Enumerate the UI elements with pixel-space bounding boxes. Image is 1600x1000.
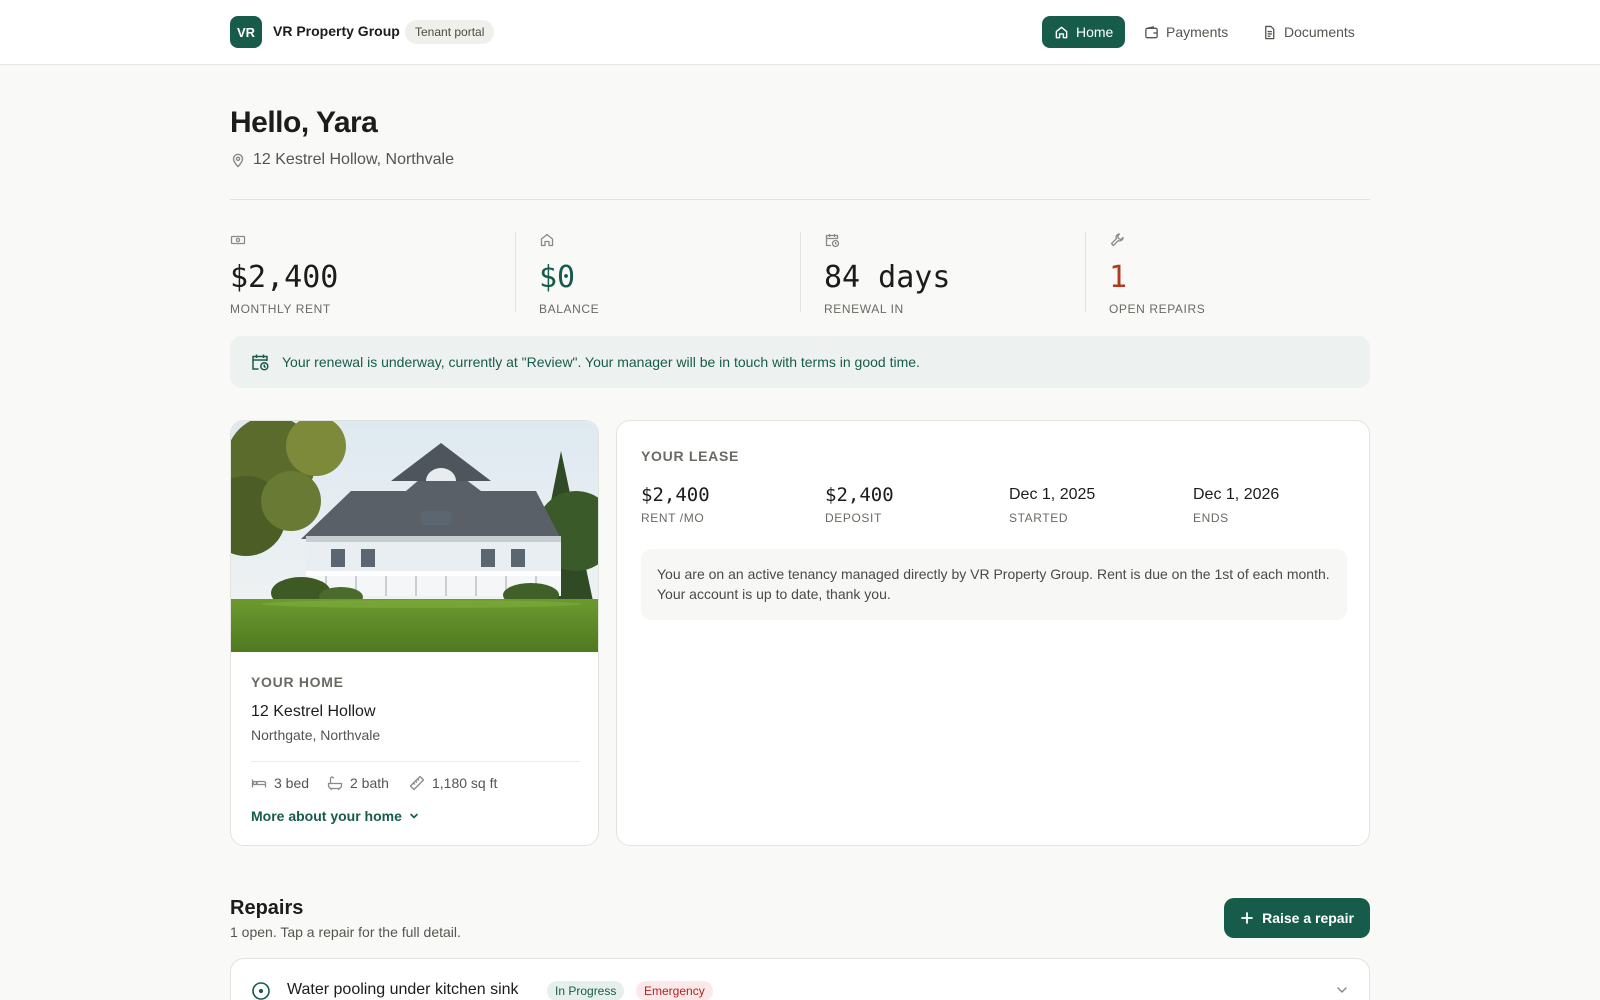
nav-documents-label: Documents — [1284, 24, 1355, 40]
brand-logo[interactable]: VR — [230, 16, 262, 48]
lease-end-label: ENDS — [1193, 511, 1229, 525]
greeting-title: Hello, Yara — [230, 106, 378, 139]
feature-bathrooms: 2 bath — [327, 775, 389, 791]
bed-icon — [251, 779, 267, 788]
feature-text: 2 bath — [350, 775, 389, 791]
home-icon — [540, 233, 554, 247]
nav-home-label: Home — [1076, 24, 1114, 40]
stat-renewal: 84 days RENEWAL IN — [824, 232, 1084, 316]
lease-deposit-label: DEPOSIT — [825, 511, 882, 525]
repair-status-badge: In Progress — [547, 981, 625, 1000]
lease-rent: $2,400 RENT /MO — [641, 483, 710, 525]
feature-text: 3 bed — [274, 775, 310, 791]
lease-deposit: $2,400 DEPOSIT — [825, 483, 894, 525]
nav-payments-label: Payments — [1166, 24, 1229, 40]
lease-start-label: STARTED — [1009, 511, 1069, 525]
stat-divider — [1085, 232, 1086, 312]
renewal-banner-text: Your renewal is underway, currently at "… — [282, 354, 920, 370]
home-section-label: YOUR HOME — [251, 674, 344, 690]
lease-start: Dec 1, 2025 STARTED — [1009, 483, 1095, 525]
lease-end-value: Dec 1, 2026 — [1193, 486, 1280, 503]
bath-icon — [327, 776, 343, 791]
nav-documents[interactable]: Documents — [1250, 16, 1367, 48]
more-about-home-link[interactable]: More about your home — [251, 808, 420, 824]
calendar-clock-icon — [825, 234, 840, 248]
raise-repair-label: Raise a repair — [1262, 910, 1354, 926]
status-circle-icon — [252, 982, 270, 1000]
wrench-icon — [1110, 233, 1124, 247]
nav-home[interactable]: Home — [1042, 16, 1126, 48]
lease-rent-label: RENT /MO — [641, 511, 705, 525]
home-name: 12 Kestrel Hollow — [251, 703, 376, 720]
stat-divider — [800, 232, 801, 312]
stat-value: $2,400 — [230, 260, 339, 295]
banknote-icon — [230, 235, 246, 245]
chevron-down-icon[interactable] — [1335, 983, 1349, 997]
feature-bedrooms: 3 bed — [251, 775, 309, 791]
ruler-icon — [409, 775, 425, 791]
stat-label: BALANCE — [539, 302, 600, 316]
stat-label: MONTHLY RENT — [230, 302, 331, 316]
lease-section-label: YOUR LEASE — [641, 448, 740, 464]
renewal-banner: Your renewal is underway, currently at "… — [230, 336, 1370, 388]
lease-end: Dec 1, 2026 ENDS — [1193, 483, 1279, 525]
home-divider — [251, 761, 580, 762]
stat-open-repairs: 1 OPEN REPAIRS — [1109, 232, 1369, 316]
feature-text: 1,180 sq ft — [432, 775, 498, 791]
portal-badge: Tenant portal — [405, 20, 495, 44]
section-divider — [230, 199, 1370, 200]
lease-rent-value: $2,400 — [641, 484, 710, 506]
stat-label: RENEWAL IN — [824, 302, 904, 316]
top-navigation-bar: VR VR Property Group Tenant portal Home … — [0, 0, 1600, 65]
calendar-clock-icon — [252, 354, 269, 371]
more-about-home-label: More about your home — [251, 808, 402, 824]
home-icon — [1055, 26, 1068, 38]
home-area: Northgate, Northvale — [251, 727, 381, 743]
stat-monthly-rent: $2,400 MONTHLY RENT — [230, 232, 490, 316]
property-address-text: 12 Kestrel Hollow, Northvale — [253, 151, 454, 168]
stat-divider — [515, 232, 516, 312]
map-pin-icon — [232, 153, 244, 168]
repairs-title: Repairs — [230, 897, 304, 919]
stat-balance: $0 BALANCE — [539, 232, 799, 316]
raise-repair-button[interactable]: Raise a repair — [1224, 898, 1370, 938]
house-photo — [231, 421, 598, 652]
repair-title: Water pooling under kitchen sink — [287, 981, 519, 998]
feature-area: 1,180 sq ft — [409, 775, 497, 791]
lease-start-value: Dec 1, 2025 — [1009, 486, 1096, 503]
wallet-icon — [1145, 25, 1158, 38]
nav-payments[interactable]: Payments — [1132, 16, 1240, 48]
brand-name: VR Property Group — [273, 23, 400, 39]
stat-label: OPEN REPAIRS — [1109, 302, 1206, 316]
stat-value: 84 days — [824, 260, 951, 295]
repair-item[interactable]: Water pooling under kitchen sink In Prog… — [230, 958, 1370, 1000]
document-icon — [1265, 25, 1275, 39]
repair-priority-badge: Emergency — [636, 981, 713, 1000]
plus-icon — [1241, 912, 1253, 924]
repairs-subtitle: 1 open. Tap a repair for the full detail… — [230, 924, 461, 940]
lease-deposit-value: $2,400 — [825, 484, 894, 506]
stat-value: $0 — [539, 260, 576, 295]
lease-card: YOUR LEASE $2,400 RENT /MO $2,400 DEPOSI… — [616, 420, 1370, 846]
lease-note: You are on an active tenancy managed dir… — [641, 549, 1347, 620]
home-card: YOUR HOME 12 Kestrel Hollow Northgate, N… — [230, 420, 599, 846]
stat-value: 1 — [1109, 260, 1128, 295]
chevron-down-icon — [410, 813, 418, 819]
property-address: 12 Kestrel Hollow, Northvale — [230, 151, 454, 169]
